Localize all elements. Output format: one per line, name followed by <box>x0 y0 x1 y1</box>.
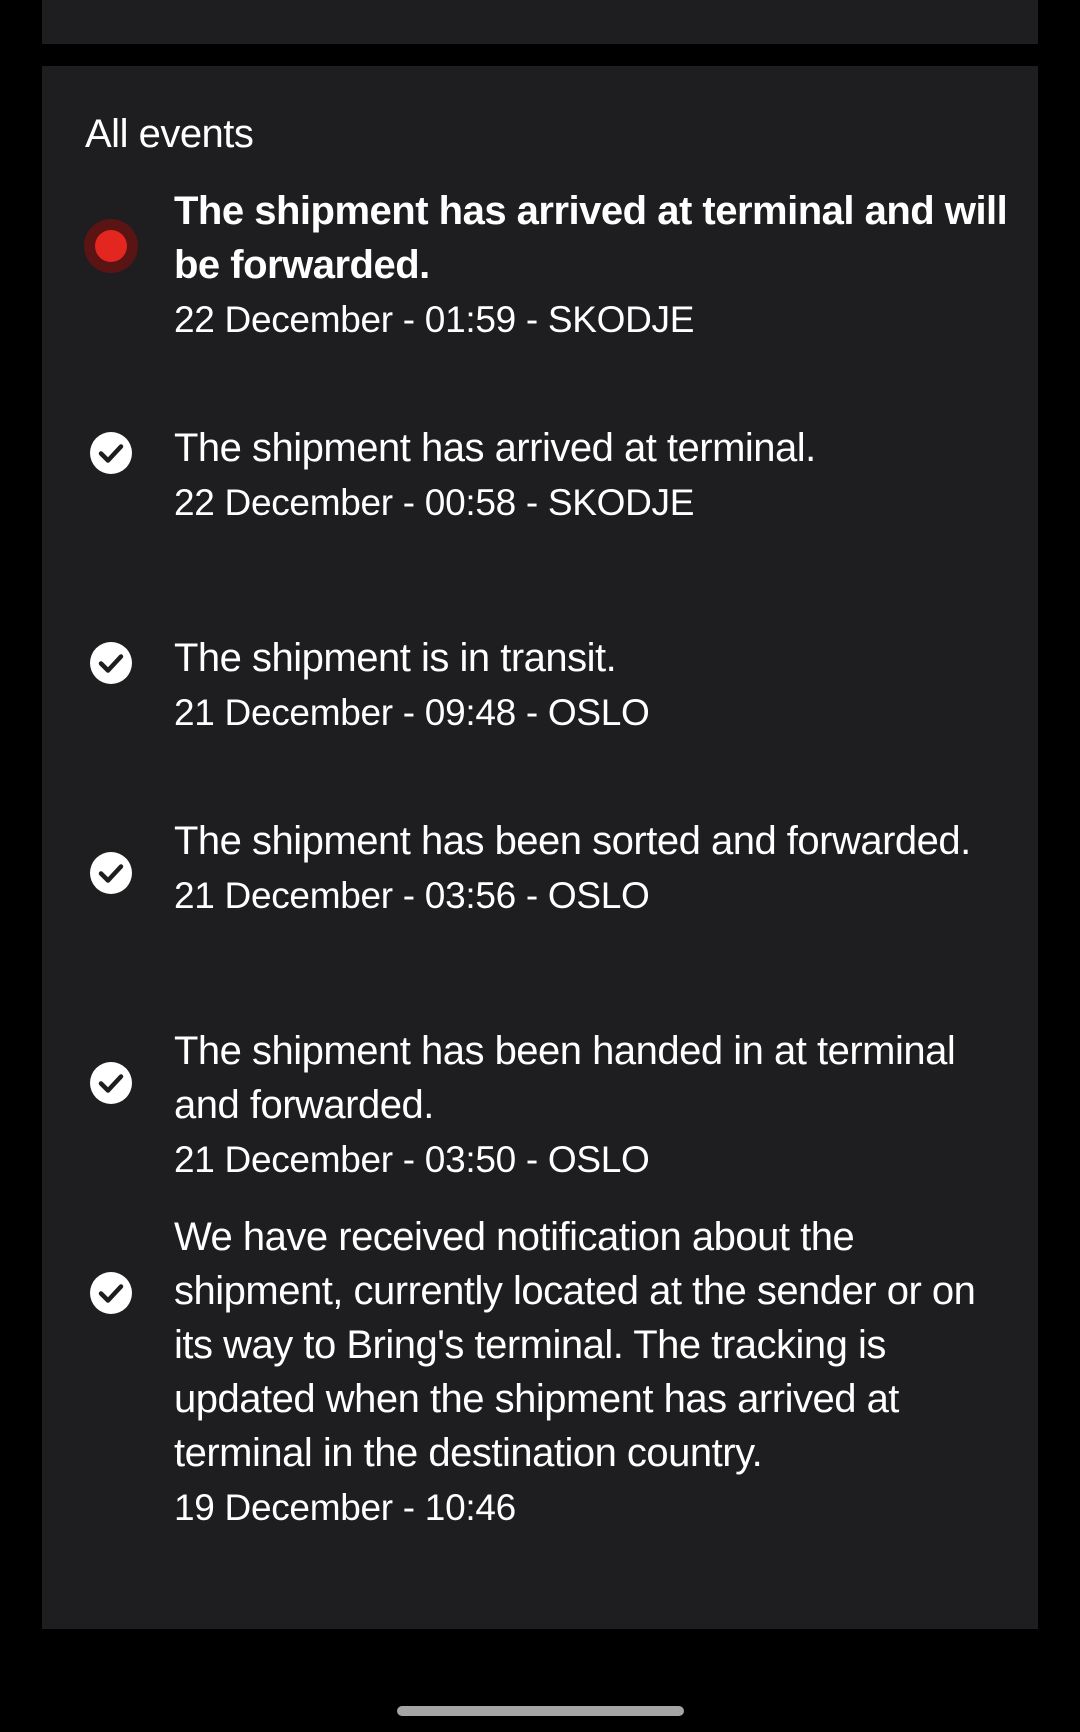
current-dot-icon <box>84 219 138 273</box>
event-title: The shipment has arrived at terminal. <box>174 426 816 470</box>
event-meta: 22 December - 01:59 - SKODJE <box>174 299 695 340</box>
check-circle-icon <box>90 1272 132 1314</box>
all-events-card: All events The shipment has arrived at t… <box>42 66 1038 1629</box>
check-circle-icon <box>90 432 132 474</box>
event-meta: 21 December - 03:50 - OSLO <box>174 1139 650 1180</box>
home-indicator[interactable] <box>397 1706 684 1716</box>
event-title: We have received notification about the … <box>174 1215 976 1475</box>
previous-card <box>42 0 1038 44</box>
event-title: The shipment has been sorted and forward… <box>174 819 971 863</box>
event-title: The shipment is in transit. <box>174 636 617 680</box>
event-meta: 22 December - 00:58 - SKODJE <box>174 482 695 523</box>
event-title: The shipment has been handed in at termi… <box>174 1029 956 1127</box>
check-circle-icon <box>90 852 132 894</box>
event-meta: 21 December - 03:56 - OSLO <box>174 875 650 916</box>
check-circle-icon <box>90 642 132 684</box>
check-circle-icon <box>90 1062 132 1104</box>
section-heading: All events <box>85 112 254 156</box>
event-meta: 21 December - 09:48 - OSLO <box>174 692 650 733</box>
event-meta: 19 December - 10:46 <box>174 1487 516 1528</box>
event-title: The shipment has arrived at terminal and… <box>174 189 1008 287</box>
